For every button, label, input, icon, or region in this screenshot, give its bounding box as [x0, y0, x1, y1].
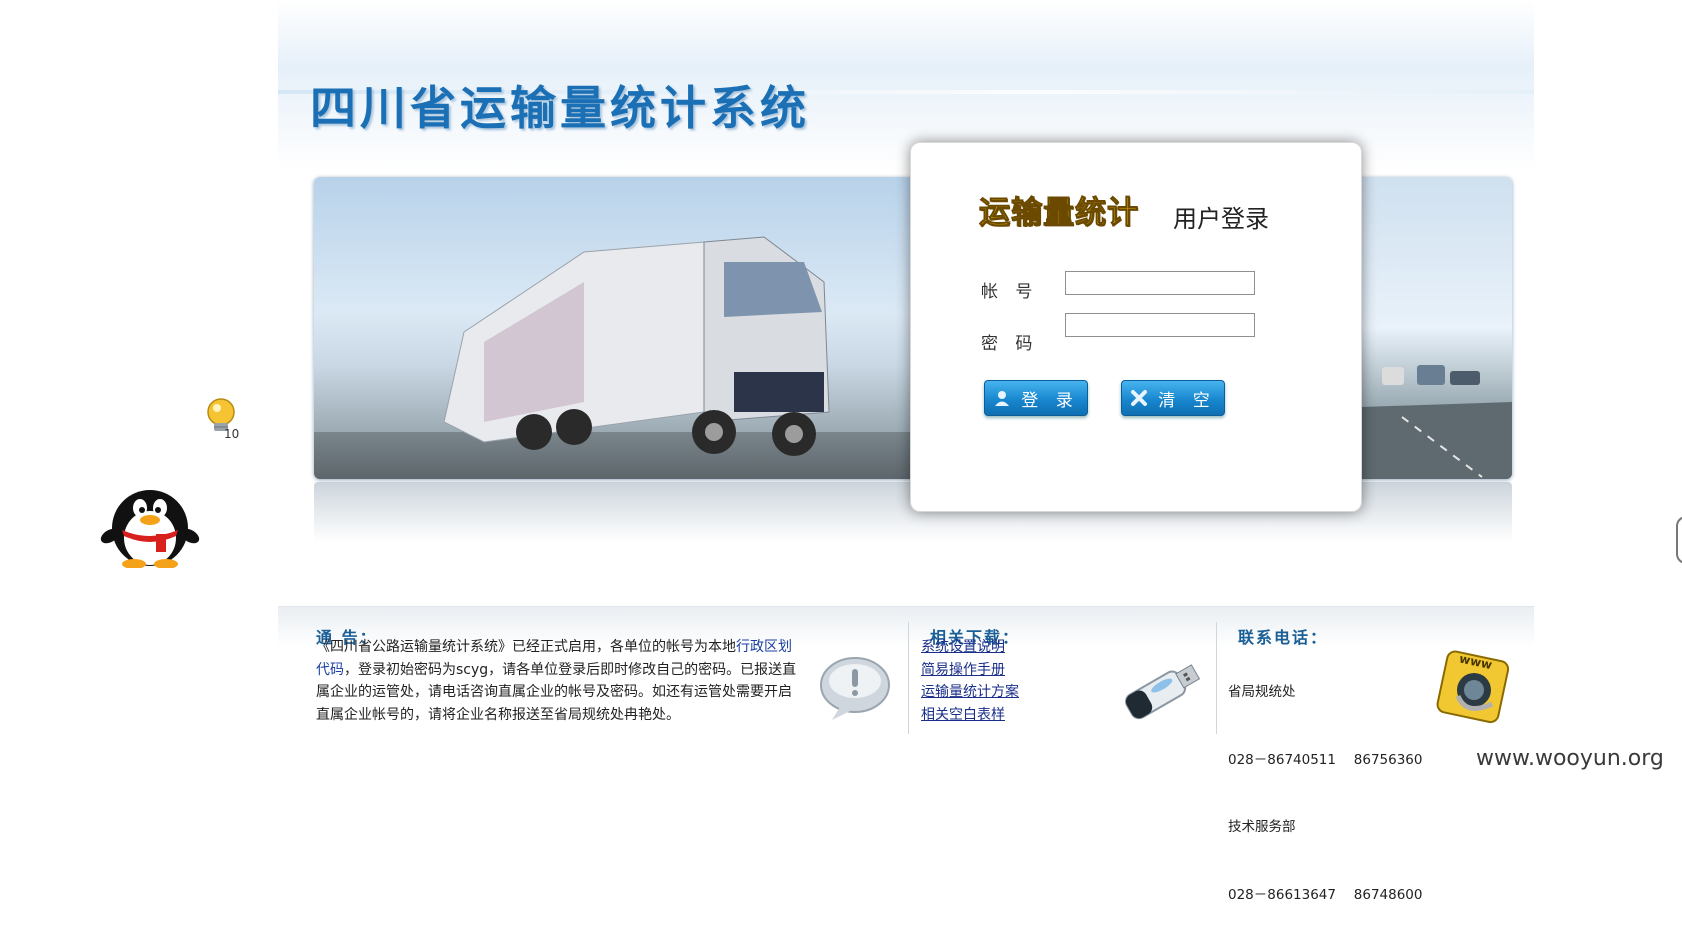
account-field[interactable]	[1065, 271, 1255, 295]
side-edge-handle	[1676, 516, 1682, 564]
contact-list: 省局规统处 028－86740511 86756360 技术服务部 028－86…	[1228, 636, 1422, 951]
banner-highway-photo	[1362, 177, 1512, 479]
page-title: 四川省运输量统计系统	[310, 81, 810, 135]
notice-text: 《四川省公路运输量统计系统》已经正式启用，各单位的帐号为本地行政区划代码，登录初…	[316, 636, 798, 726]
notice-text-part2: ，登录初始密码为scyg，请各单位登录后即时修改自己的密码。已报送直属企业的运管…	[316, 661, 797, 723]
watermark: www.wooyun.org	[1476, 746, 1664, 771]
truck-image	[444, 236, 830, 456]
notice-text-part1: 《四川省公路运输量统计系统》已经正式启用，各单位的帐号为本地	[316, 639, 736, 655]
login-title-highlight: 运输量统计	[979, 195, 1139, 232]
login-button-label: 登 录	[1021, 390, 1079, 411]
download-link[interactable]: 运输量统计方案	[921, 681, 1019, 704]
download-link[interactable]: 简易操作手册	[921, 659, 1019, 682]
clear-button-label: 清 空	[1158, 390, 1216, 411]
contact-line: 技术服务部	[1228, 819, 1296, 835]
user-icon	[993, 389, 1011, 407]
usb-drive-icon	[1125, 664, 1201, 720]
www-phone-icon: www	[1436, 650, 1510, 724]
password-label: 密 码	[981, 334, 1039, 354]
login-title: 用户登录	[1173, 205, 1269, 233]
footer-divider	[908, 622, 909, 734]
password-field[interactable]	[1065, 313, 1255, 337]
bulb-count: 10	[224, 427, 239, 440]
qq-penguin-icon[interactable]	[98, 478, 200, 568]
download-link[interactable]: 相关空白表样	[921, 704, 1019, 727]
downloads-list: 系统设置说明 简易操作手册 运输量统计方案 相关空白表样	[921, 636, 1019, 726]
speech-bubble-icon	[820, 657, 890, 720]
login-panel: 运输量统计 用户登录 帐 号 密 码 登 录 清 空	[910, 142, 1362, 512]
clear-x-icon	[1130, 389, 1148, 407]
download-link[interactable]: 系统设置说明	[921, 636, 1019, 659]
contact-line: 省局规统处	[1228, 684, 1296, 700]
contact-line: 028－86740511 86756360	[1228, 751, 1423, 768]
contact-line: 028－86613647 86748600	[1228, 886, 1423, 903]
page-container: 四川省运输量统计系统 运输量统计 用户登录 帐 号 密 码 登 录 清 空 通 …	[278, 0, 1534, 903]
lightbulb-icon[interactable]: 10	[203, 396, 243, 440]
clear-button[interactable]: 清 空	[1121, 380, 1225, 416]
footer-divider	[1216, 622, 1217, 734]
login-button[interactable]: 登 录	[984, 380, 1088, 416]
account-label: 帐 号	[981, 282, 1039, 302]
